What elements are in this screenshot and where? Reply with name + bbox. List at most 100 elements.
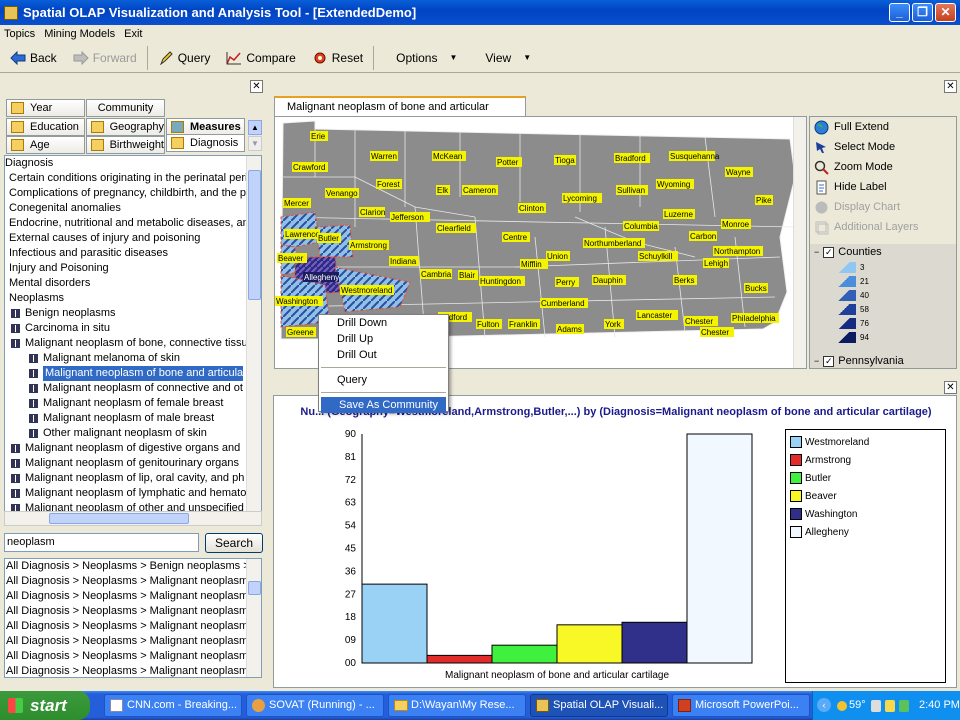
tree-item[interactable]: Injury and Poisoning bbox=[5, 261, 261, 276]
query-button[interactable]: Query bbox=[150, 45, 219, 71]
list-item[interactable]: All Diagnosis > Neoplasms > Malignant ne… bbox=[5, 604, 261, 619]
task-folder[interactable]: D:\Wayan\My Rese... bbox=[388, 694, 526, 717]
collapse-icon[interactable]: − bbox=[814, 356, 819, 366]
tab-scroll-up-button[interactable]: ▲ bbox=[248, 120, 262, 135]
list-item[interactable]: All Diagnosis > Neoplasms > Malignant ne… bbox=[5, 634, 261, 649]
dimension-tabs: Year Community Education Geography Measu… bbox=[4, 98, 263, 154]
tree-item[interactable]: Malignant neoplasm of genitourinary orga… bbox=[5, 456, 261, 471]
tab-birthweight[interactable]: Birthweight bbox=[86, 136, 165, 154]
minimize-button[interactable]: _ bbox=[889, 3, 910, 22]
task-cnn[interactable]: CNN.com - Breaking... bbox=[104, 694, 242, 717]
tree-item[interactable]: Carcinoma in situ bbox=[5, 321, 261, 336]
tree-item[interactable]: Conegenital anomalies bbox=[5, 201, 261, 216]
view-menu[interactable]: View ▼ bbox=[465, 45, 539, 71]
tree-item-selected[interactable]: Malignant neoplasm of bone and articular bbox=[5, 366, 261, 381]
back-button[interactable]: Back bbox=[2, 45, 65, 71]
reset-button[interactable]: Reset bbox=[304, 45, 371, 71]
tree-item[interactable]: Neoplasms bbox=[5, 291, 261, 306]
list-item[interactable]: All Diagnosis > Neoplasms > Malignant ne… bbox=[5, 649, 261, 664]
scroll-thumb[interactable] bbox=[49, 513, 189, 524]
tree-item[interactable]: Diagnosis bbox=[5, 156, 261, 171]
display-chart-tool[interactable]: Display Chart bbox=[810, 197, 956, 217]
svg-text:Indiana: Indiana bbox=[390, 257, 417, 266]
tray-icon[interactable] bbox=[885, 700, 895, 712]
options-menu[interactable]: Options ▼ bbox=[376, 45, 465, 71]
select-mode-tool[interactable]: Select Mode bbox=[810, 137, 956, 157]
tree-item[interactable]: Complications of pregnancy, childbirth, … bbox=[5, 186, 261, 201]
menu-item-drill-down[interactable]: Drill Down bbox=[319, 315, 448, 331]
tree-item[interactable]: Infectious and parasitic diseases bbox=[5, 246, 261, 261]
tab-community[interactable]: Community bbox=[86, 99, 165, 117]
clock: 2:40 PM bbox=[919, 699, 960, 711]
tab-geography[interactable]: Geography bbox=[86, 118, 165, 136]
select-mode-label: Select Mode bbox=[834, 141, 896, 153]
tree-item[interactable]: Malignant neoplasm of bone, connective t… bbox=[5, 336, 261, 351]
tree-vertical-scrollbar[interactable] bbox=[246, 156, 261, 511]
tab-scroll-down-button[interactable]: ▼ bbox=[248, 136, 262, 151]
counties-checkbox[interactable]: ✓ bbox=[823, 246, 835, 258]
menu-topics[interactable]: Topics bbox=[4, 28, 35, 40]
zoom-mode-tool[interactable]: Zoom Mode bbox=[810, 157, 956, 177]
forward-button[interactable]: Forward bbox=[65, 45, 145, 71]
tree-item[interactable]: Malignant neoplasm of lip, oral cavity, … bbox=[5, 471, 261, 486]
menu-mining-models[interactable]: Mining Models bbox=[44, 28, 115, 40]
tray-icon[interactable] bbox=[871, 700, 881, 712]
list-item[interactable]: All Diagnosis > Neoplasms > Malignant ne… bbox=[5, 574, 261, 589]
counties-class-legend: 3 21 40 58 76 94 bbox=[810, 260, 956, 354]
maximize-button[interactable]: ❐ bbox=[912, 3, 933, 22]
menu-exit[interactable]: Exit bbox=[124, 28, 142, 40]
scroll-thumb[interactable] bbox=[248, 581, 261, 595]
tree-item[interactable]: Endocrine, nutritional and metabolic dis… bbox=[5, 216, 261, 231]
menu-item-save-as-community[interactable]: Save As Community bbox=[321, 397, 446, 413]
menu-item-drill-out[interactable]: Drill Out bbox=[319, 347, 448, 363]
results-vertical-scrollbar[interactable] bbox=[246, 559, 261, 677]
tree-item[interactable]: Certain conditions originating in the pe… bbox=[5, 171, 261, 186]
legend-label: Westmoreland bbox=[805, 436, 870, 448]
tree-item-label: Malignant neoplasm of lip, oral cavity, … bbox=[25, 472, 245, 484]
list-item[interactable]: All Diagnosis > Neoplasms > Malignant ne… bbox=[5, 589, 261, 604]
county-label: Pike bbox=[755, 195, 773, 205]
list-item[interactable]: All Diagnosis > Neoplasms > Benign neopl… bbox=[5, 559, 261, 574]
full-extend-tool[interactable]: Full Extend bbox=[810, 117, 956, 137]
map-vertical-scrollbar[interactable] bbox=[793, 117, 806, 368]
close-button[interactable]: ✕ bbox=[935, 3, 956, 22]
menu-item-query[interactable]: Query bbox=[319, 372, 448, 388]
search-button[interactable]: Search bbox=[205, 533, 263, 553]
menu-item-drill-up[interactable]: Drill Up bbox=[319, 331, 448, 347]
close-left-pane-icon[interactable]: ✕ bbox=[250, 80, 263, 93]
tree-item[interactable]: Benign neoplasms bbox=[5, 306, 261, 321]
tab-education[interactable]: Education bbox=[6, 118, 85, 136]
tray-icon[interactable] bbox=[899, 700, 909, 712]
tree-item[interactable]: Malignant neoplasm of connective and ot bbox=[5, 381, 261, 396]
close-chart-pane-icon[interactable]: ✕ bbox=[944, 381, 957, 394]
close-map-pane-icon[interactable]: ✕ bbox=[944, 80, 957, 93]
tree-item[interactable]: Malignant neoplasm of male breast bbox=[5, 411, 261, 426]
list-item[interactable]: All Diagnosis > Neoplasms > Malignant ne… bbox=[5, 664, 261, 677]
task-powerpoint[interactable]: Microsoft PowerPoi... bbox=[672, 694, 810, 717]
tree-item[interactable]: Malignant melanoma of skin bbox=[5, 351, 261, 366]
list-item[interactable]: All Diagnosis > Neoplasms > Malignant ne… bbox=[5, 619, 261, 634]
layers-icon bbox=[815, 221, 829, 234]
tab-age[interactable]: Age bbox=[6, 136, 85, 154]
tree-item[interactable]: External causes of injury and poisoning bbox=[5, 231, 261, 246]
start-button[interactable]: start bbox=[0, 691, 90, 720]
tree-item[interactable]: Malignant neoplasm of female breast bbox=[5, 396, 261, 411]
hide-label-tool[interactable]: Hide Label bbox=[810, 177, 956, 197]
tab-year[interactable]: Year bbox=[6, 99, 85, 117]
collapse-icon[interactable]: − bbox=[814, 247, 819, 257]
tray-arrow-icon[interactable]: ‹ bbox=[817, 698, 831, 712]
tree-horizontal-scrollbar[interactable] bbox=[4, 511, 262, 526]
pennsylvania-checkbox[interactable]: ✓ bbox=[823, 355, 835, 367]
tree-item[interactable]: Other malignant neoplasm of skin bbox=[5, 426, 261, 441]
tab-diagnosis[interactable]: Diagnosis bbox=[166, 134, 245, 152]
scroll-thumb[interactable] bbox=[248, 170, 261, 300]
task-sovat-main[interactable]: Spatial OLAP Visuali... bbox=[530, 694, 668, 717]
tree-item[interactable]: Malignant neoplasm of digestive organs a… bbox=[5, 441, 261, 456]
tree-item[interactable]: Malignant neoplasm of lymphatic and hema… bbox=[5, 486, 261, 501]
task-sovat[interactable]: SOVAT (Running) - ... bbox=[246, 694, 384, 717]
additional-layers-tool[interactable]: Additional Layers bbox=[810, 217, 956, 237]
map-tab[interactable]: Malignant neoplasm of bone and articular… bbox=[274, 96, 526, 131]
search-input[interactable]: neoplasm bbox=[4, 533, 199, 552]
tree-item[interactable]: Mental disorders bbox=[5, 276, 261, 291]
compare-button[interactable]: Compare bbox=[218, 45, 303, 71]
